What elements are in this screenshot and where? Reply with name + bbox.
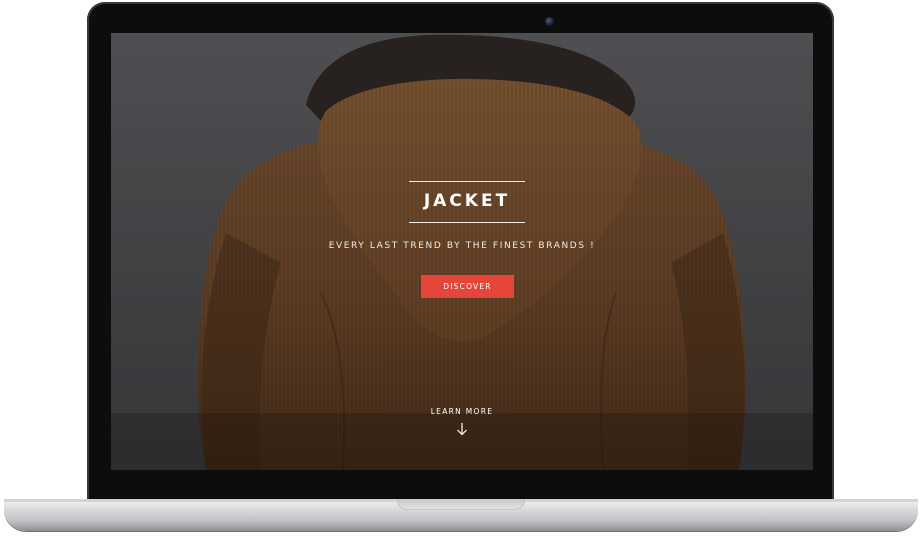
- laptop-screen: JACKET EVERY LAST TREND BY THE FINEST BR…: [111, 33, 813, 470]
- hero-section: JACKET EVERY LAST TREND BY THE FINEST BR…: [111, 33, 813, 470]
- hero-tagline: EVERY LAST TREND BY THE FINEST BRANDS !: [328, 241, 596, 251]
- learn-more-link[interactable]: LEARN MORE: [412, 407, 512, 436]
- laptop-mockup: JACKET EVERY LAST TREND BY THE FINEST BR…: [0, 0, 922, 537]
- discover-button[interactable]: DISCOVER: [421, 275, 514, 298]
- arrow-down-icon[interactable]: [456, 422, 468, 436]
- learn-more-label: LEARN MORE: [430, 407, 494, 416]
- camera-icon: [545, 17, 554, 26]
- hero-title-frame: JACKET: [409, 181, 525, 223]
- hero-title: JACKET: [423, 191, 511, 211]
- laptop-hinge-notch: [397, 499, 525, 510]
